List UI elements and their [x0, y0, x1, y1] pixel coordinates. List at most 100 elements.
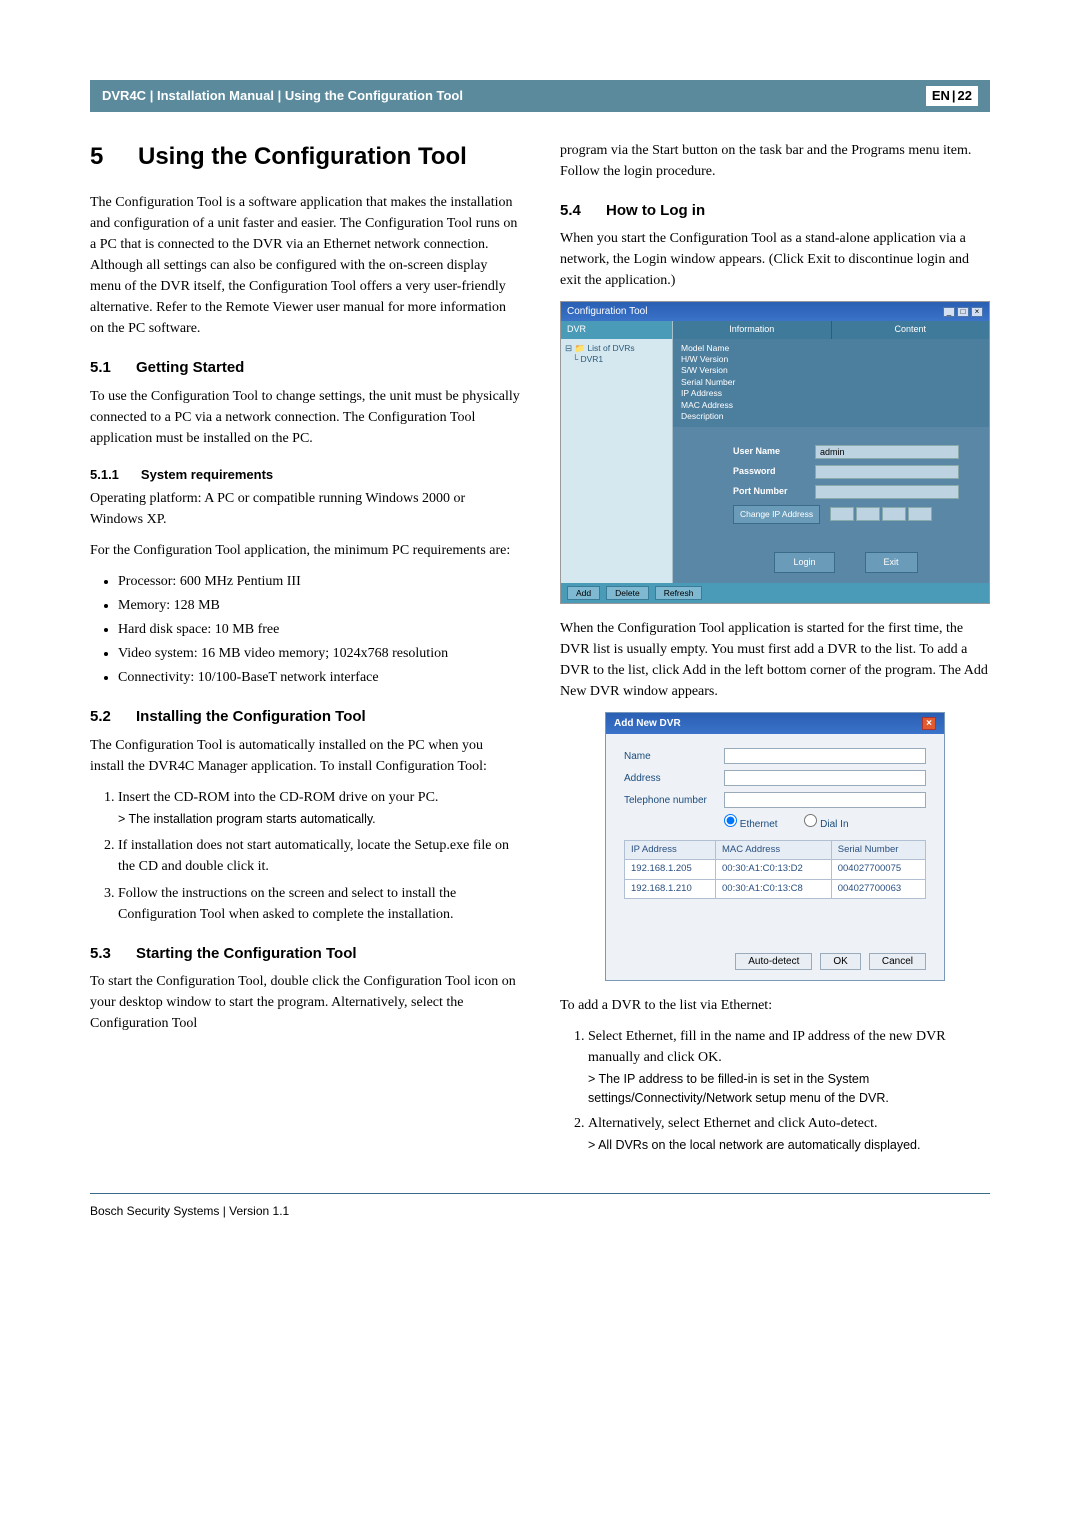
section-5-1-paragraph: To use the Configuration Tool to change … [90, 386, 520, 449]
intro-paragraph: The Configuration Tool is a software app… [90, 192, 520, 339]
info-columns: Information Content [673, 321, 989, 339]
header-section: Using the Configuration Tool [285, 88, 463, 103]
refresh-button[interactable]: Refresh [655, 586, 703, 600]
section-5-1-1-title: 5.1.1 System requirements [90, 465, 520, 485]
section-5-2-title: 5.2 Installing the Configuration Tool [90, 706, 520, 729]
req-item: Memory: 128 MB [118, 595, 520, 616]
req-item: Video system: 16 MB video memory; 1024x7… [118, 643, 520, 664]
section-5-title: 5 Using the Configuration Tool [90, 140, 520, 175]
dvr-tree-panel: DVR ⊟ 📁 List of DVRs └ DVR1 [561, 321, 673, 583]
s53-cont: program via the Start button on the task… [560, 140, 990, 182]
install-step: Insert the CD-ROM into the CD-ROM drive … [118, 787, 520, 829]
footer-rule [90, 1193, 990, 1194]
ip-seg-input[interactable] [830, 507, 854, 521]
step-note: > The installation program starts automa… [118, 810, 520, 829]
section-5-1-title: 5.1 Getting Started [90, 357, 520, 380]
ip-seg-input[interactable] [882, 507, 906, 521]
info-list: Model Name H/W Version S/W Version Seria… [673, 339, 989, 427]
req-item: Connectivity: 10/100-BaseT network inter… [118, 667, 520, 688]
step-note: > The IP address to be filled-in is set … [588, 1070, 990, 1108]
tree-toolbar: Add Delete Refresh [561, 583, 989, 603]
port-label: Port Number [733, 485, 805, 499]
add-dvr-titlebar: Add New DVR × [606, 713, 944, 734]
username-label: User Name [733, 445, 805, 459]
maximize-icon[interactable]: □ [957, 307, 969, 317]
s54-p3: To add a DVR to the list via Ethernet: [560, 995, 990, 1016]
port-input[interactable] [815, 485, 959, 499]
login-window-titlebar: Configuration Tool _ □ × [561, 302, 989, 321]
close-icon[interactable]: × [922, 717, 936, 730]
ok-button[interactable]: OK [820, 953, 860, 970]
header-product: DVR4C [102, 88, 146, 103]
telephone-label: Telephone number [624, 793, 724, 808]
header-lang: EN [932, 86, 950, 106]
login-form: User Name Password Port Number Chan [673, 427, 989, 583]
change-ip-button[interactable]: Change IP Address [733, 505, 820, 524]
minimize-icon[interactable]: _ [943, 307, 955, 317]
close-icon[interactable]: × [971, 307, 983, 317]
detected-dvr-table: IP Address MAC Address Serial Number 192… [624, 840, 926, 899]
add-step: Select Ethernet, fill in the name and IP… [588, 1026, 990, 1108]
tree-header: DVR [561, 321, 672, 339]
s54-p1: When you start the Configuration Tool as… [560, 228, 990, 291]
add-dvr-screenshot: Add New DVR × Name Address Telephone num… [605, 712, 945, 981]
auto-detect-button[interactable]: Auto-detect [735, 953, 812, 970]
login-right-panel: Information Content Model Name H/W Versi… [673, 321, 989, 583]
install-steps: Insert the CD-ROM into the CD-ROM drive … [90, 787, 520, 925]
cancel-button[interactable]: Cancel [869, 953, 926, 970]
section-5-4-title: 5.4 How to Log in [560, 200, 990, 223]
install-step: Follow the instructions on the screen an… [118, 883, 520, 925]
s511-p2: For the Configuration Tool application, … [90, 540, 520, 561]
right-column: program via the Start button on the task… [560, 140, 990, 1166]
add-button[interactable]: Add [567, 586, 600, 600]
login-window-title: Configuration Tool [567, 304, 647, 319]
page-header: DVR4C | Installation Manual | Using the … [90, 80, 990, 112]
left-column: 5 Using the Configuration Tool The Confi… [90, 140, 520, 1166]
page-footer: Bosch Security Systems | Version 1.1 [90, 1202, 990, 1220]
exit-button[interactable]: Exit [865, 552, 918, 574]
login-screenshot: Configuration Tool _ □ × DVR ⊟ 📁 List of… [560, 301, 990, 604]
step-note: > All DVRs on the local network are auto… [588, 1136, 990, 1155]
delete-button[interactable]: Delete [606, 586, 649, 600]
ip-seg-input[interactable] [908, 507, 932, 521]
req-item: Hard disk space: 10 MB free [118, 619, 520, 640]
ethernet-radio[interactable]: Ethernet [724, 819, 778, 830]
s54-p2: When the Configuration Tool application … [560, 618, 990, 702]
requirements-list: Processor: 600 MHz Pentium III Memory: 1… [90, 571, 520, 688]
header-manual: Installation Manual [157, 88, 274, 103]
col-ip: IP Address [625, 841, 716, 860]
s511-p1: Operating platform: A PC or compatible r… [90, 488, 520, 530]
ip-address-fields [830, 507, 932, 521]
table-row[interactable]: 192.168.1.210 00:30:A1:C0:13:C8 00402770… [625, 879, 926, 898]
install-step: If installation does not start automatic… [118, 835, 520, 877]
table-row[interactable]: 192.168.1.205 00:30:A1:C0:13:D2 00402770… [625, 860, 926, 879]
dialin-radio[interactable]: Dial In [804, 819, 848, 830]
add-dvr-steps: Select Ethernet, fill in the name and IP… [560, 1026, 990, 1155]
ip-seg-input[interactable] [856, 507, 880, 521]
connection-type: Ethernet Dial In [624, 814, 926, 832]
name-input[interactable] [724, 748, 926, 764]
name-label: Name [624, 749, 724, 764]
login-button[interactable]: Login [774, 552, 834, 574]
col-serial: Serial Number [831, 841, 925, 860]
section-5-heading: Using the Configuration Tool [138, 140, 467, 175]
address-input[interactable] [724, 770, 926, 786]
username-input[interactable] [815, 445, 959, 459]
dvr-tree[interactable]: ⊟ 📁 List of DVRs └ DVR1 [561, 339, 672, 371]
header-left: DVR4C | Installation Manual | Using the … [102, 86, 463, 106]
password-label: Password [733, 465, 805, 479]
req-item: Processor: 600 MHz Pentium III [118, 571, 520, 592]
col-content: Content [832, 321, 990, 339]
section-5-3-title: 5.3 Starting the Configuration Tool [90, 943, 520, 966]
password-input[interactable] [815, 465, 959, 479]
add-dvr-title: Add New DVR [614, 716, 681, 731]
col-information: Information [673, 321, 832, 339]
s52-paragraph: The Configuration Tool is automatically … [90, 735, 520, 777]
s53-paragraph: To start the Configuration Tool, double … [90, 971, 520, 1034]
window-buttons: _ □ × [943, 307, 983, 317]
header-right: EN | 22 [926, 86, 978, 106]
telephone-input[interactable] [724, 792, 926, 808]
header-page: 22 [958, 86, 972, 106]
section-5-number: 5 [90, 140, 118, 175]
col-mac: MAC Address [716, 841, 832, 860]
